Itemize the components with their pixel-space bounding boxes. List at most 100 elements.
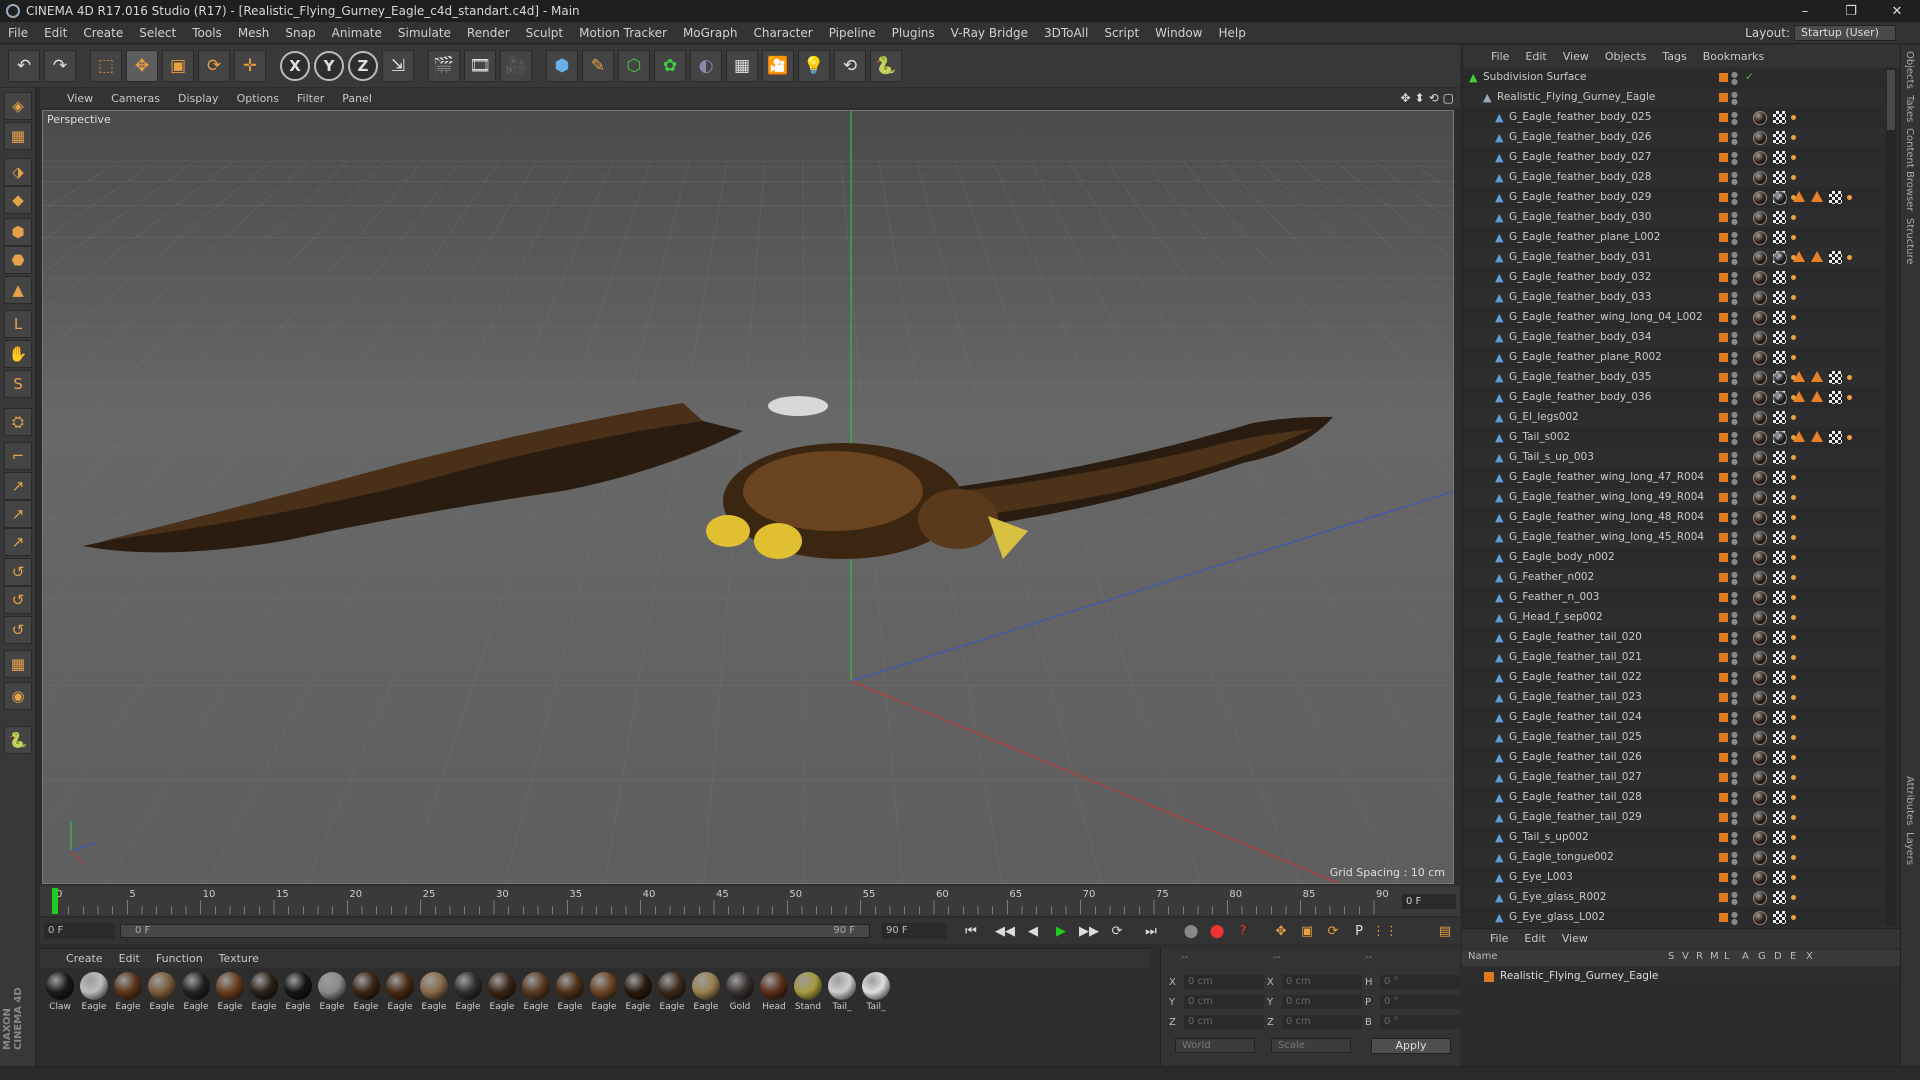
object-row[interactable]: ▲ G_Eagle_feather_body_036 ● ● xyxy=(1463,388,1885,408)
texture-tag-icon[interactable] xyxy=(1829,191,1842,204)
render-picture-viewer-button[interactable]: 🎞 xyxy=(464,50,496,82)
texture-tag-icon[interactable] xyxy=(1773,671,1786,684)
object-row[interactable]: ▲ G_Eagle_feather_body_031 ● ● xyxy=(1463,248,1885,268)
zoom-icon[interactable]: ⬍ xyxy=(1415,91,1425,105)
material-tag-icon[interactable] xyxy=(1753,171,1767,185)
coordinate-value-field[interactable]: 0 ° xyxy=(1380,1015,1460,1029)
material-swatch[interactable]: Eagle xyxy=(486,972,518,1018)
phong-tag-icon[interactable] xyxy=(1791,535,1796,540)
phong-tag-icon[interactable] xyxy=(1791,875,1796,880)
phong-tag-icon[interactable] xyxy=(1791,415,1796,420)
viewport-menu-panel[interactable]: Panel xyxy=(333,92,381,105)
key-parameter-button[interactable]: P xyxy=(1348,921,1370,941)
visibility-dots-icon[interactable]: ● ● xyxy=(1731,251,1738,266)
live-selection-button[interactable]: ⬚ xyxy=(90,50,122,82)
rotate-view-icon[interactable]: ⟲ xyxy=(1429,91,1439,105)
python-script-button[interactable]: 🐍 xyxy=(870,50,902,82)
points-mode-icon[interactable]: ⬢ xyxy=(4,218,32,246)
visibility-dots-icon[interactable]: ● ● xyxy=(1731,291,1738,306)
coordinate-value-field[interactable]: 0 cm xyxy=(1282,995,1362,1009)
vray-bridge-button[interactable]: ⟲ xyxy=(834,50,866,82)
phong-tag-icon[interactable] xyxy=(1791,135,1796,140)
object-row[interactable]: ▲ G_Eagle_feather_body_026 ● ● xyxy=(1463,128,1885,148)
material-tag-icon[interactable] xyxy=(1773,391,1787,405)
material-tag-icon[interactable] xyxy=(1753,551,1767,565)
warning-tag-icon[interactable] xyxy=(1793,371,1805,382)
phong-tag-icon[interactable] xyxy=(1847,255,1852,260)
material-tag-icon[interactable] xyxy=(1753,771,1767,785)
render-view-button[interactable]: 🎬 xyxy=(428,50,460,82)
object-row[interactable]: ▲ G_Eagle_feather_wing_long_49_R004 ● ● xyxy=(1463,488,1885,508)
menu-mograph[interactable]: MoGraph xyxy=(675,22,746,44)
solo-mode-icon[interactable]: S xyxy=(4,370,32,398)
texture-tag-icon[interactable] xyxy=(1773,271,1786,284)
material-tag-icon[interactable] xyxy=(1753,731,1767,745)
object-menu-view[interactable]: View xyxy=(1555,50,1597,63)
object-row[interactable]: ▲ G_Feather_n002 ● ● xyxy=(1463,568,1885,588)
material-swatch[interactable]: Eagle xyxy=(78,972,110,1018)
end-frame-field[interactable]: 90 F xyxy=(882,923,946,939)
menu-plugins[interactable]: Plugins xyxy=(884,22,943,44)
polygons-mode-icon[interactable]: ▲ xyxy=(4,276,32,304)
close-button[interactable]: ✕ xyxy=(1874,0,1920,22)
phong-tag-icon[interactable] xyxy=(1791,715,1796,720)
material-tag-icon[interactable] xyxy=(1753,391,1767,405)
material-tag-icon[interactable] xyxy=(1753,431,1767,445)
phong-tag-icon[interactable] xyxy=(1791,795,1796,800)
warning-tag-icon[interactable] xyxy=(1793,431,1805,442)
mograph-cloner-button[interactable]: ✿ xyxy=(654,50,686,82)
object-menu-file[interactable]: File xyxy=(1483,50,1517,63)
visibility-dots-icon[interactable]: ● ● xyxy=(1731,191,1738,206)
visibility-dots-icon[interactable]: ● ● xyxy=(1731,691,1738,706)
material-menu-texture[interactable]: Texture xyxy=(211,952,267,965)
texture-tag-icon[interactable] xyxy=(1773,411,1786,424)
viewport-menu-options[interactable]: Options xyxy=(228,92,288,105)
object-row[interactable]: ▲ G_Eagle_feather_body_030 ● ● xyxy=(1463,208,1885,228)
material-tag-icon[interactable] xyxy=(1753,311,1767,325)
material-swatch[interactable]: Eagle xyxy=(554,972,586,1018)
object-row[interactable]: ▲ G_Eye_glass_L002 ● ● xyxy=(1463,908,1885,926)
object-row[interactable]: ▲ G_Eagle_feather_tail_021 ● ● xyxy=(1463,648,1885,668)
material-swatch[interactable]: Stand xyxy=(792,972,824,1018)
loop-button[interactable]: ⟳ xyxy=(1106,921,1128,941)
texture-tag-icon[interactable] xyxy=(1773,831,1786,844)
object-row[interactable]: ▲ G_Eagle_feather_wing_long_45_R004 ● ● xyxy=(1463,528,1885,548)
layer-column-m[interactable]: M xyxy=(1710,951,1719,962)
side-tab-content-browser[interactable]: Content Browser xyxy=(1904,128,1915,211)
texture-tag-icon[interactable] xyxy=(1773,871,1786,884)
object-row[interactable]: ▲ G_Eagle_feather_tail_020 ● ● xyxy=(1463,628,1885,648)
object-row[interactable]: ▲ G_Feather_n_003 ● ● xyxy=(1463,588,1885,608)
texture-tag-icon[interactable] xyxy=(1773,551,1786,564)
phong-tag-icon[interactable] xyxy=(1791,595,1796,600)
menu-sculpt[interactable]: Sculpt xyxy=(518,22,571,44)
object-row[interactable]: ▲ G_Eagle_feather_tail_026 ● ● xyxy=(1463,748,1885,768)
phong-tag-icon[interactable] xyxy=(1791,175,1796,180)
visibility-dots-icon[interactable]: ● ● xyxy=(1731,331,1738,346)
visibility-dots-icon[interactable]: ● ● xyxy=(1731,151,1738,166)
material-tag-icon[interactable] xyxy=(1753,591,1767,605)
menu-character[interactable]: Character xyxy=(745,22,820,44)
visibility-dots-icon[interactable]: ● ● xyxy=(1731,651,1738,666)
coordinate-space-dropdown[interactable]: World xyxy=(1175,1038,1255,1053)
visibility-dots-icon[interactable]: ● ● xyxy=(1731,511,1738,526)
texture-tag-icon[interactable] xyxy=(1773,151,1786,164)
material-swatch[interactable]: Eagle xyxy=(690,972,722,1018)
material-swatch[interactable]: Eagle xyxy=(180,972,212,1018)
phong-tag-icon[interactable] xyxy=(1791,635,1796,640)
layer-column-g[interactable]: G xyxy=(1758,951,1766,962)
material-swatch[interactable]: Eagle xyxy=(520,972,552,1018)
texture-tag-icon[interactable] xyxy=(1773,571,1786,584)
menu-window[interactable]: Window xyxy=(1147,22,1210,44)
workplane-mode-icon[interactable]: ◆ xyxy=(4,186,32,214)
material-menu-create[interactable]: Create xyxy=(58,952,111,965)
viewport-menu-display[interactable]: Display xyxy=(169,92,228,105)
object-row[interactable]: ▲ G_Eagle_feather_wing_long_47_R004 ● ● xyxy=(1463,468,1885,488)
texture-tag-icon[interactable] xyxy=(1773,171,1786,184)
texture-tag-icon[interactable] xyxy=(1773,131,1786,144)
layer-column-e[interactable]: E xyxy=(1790,951,1796,962)
visibility-dots-icon[interactable]: ● ● xyxy=(1731,551,1738,566)
phong-tag-icon[interactable] xyxy=(1791,275,1796,280)
material-tag-icon[interactable] xyxy=(1753,531,1767,545)
material-tag-icon[interactable] xyxy=(1753,131,1767,145)
visibility-dots-icon[interactable]: ● ● xyxy=(1731,731,1738,746)
